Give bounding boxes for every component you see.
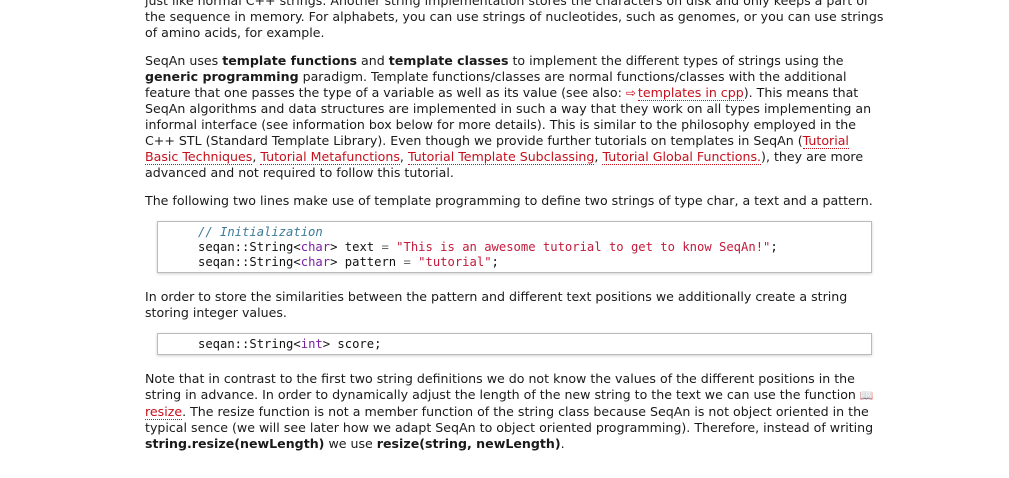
bold-template-functions: template functions [222,53,357,68]
intro-paragraph: just like normal C++ strings. Another st… [145,0,884,40]
similarity-paragraph: In order to store the similarities betwe… [145,289,848,320]
link-tutorial-template-subclassing[interactable]: Tutorial Template Subclassing [407,149,595,165]
template-lines-paragraph: The following two lines make use of temp… [145,193,873,208]
bold-resize-function: resize(string, newLength) [376,436,561,451]
code-token: > pattern [330,255,404,269]
link-tutorial-metafunctions[interactable]: Tutorial Metafunctions [260,149,400,165]
text: we use [324,436,377,451]
code-token: ; [491,255,499,269]
code-operator: = [381,240,389,254]
link-templates-in-cpp[interactable]: templates in cpp [637,85,744,101]
code-token: > score; [322,337,382,351]
code-string: "tutorial" [418,255,492,269]
external-link-icon: ⇨ [625,86,636,100]
bold-generic-programming: generic programming [145,69,299,84]
text: Note that in contrast to the first two s… [145,371,860,402]
code-token: > text [330,240,382,254]
documentation-book-icon: 📖 [859,389,874,402]
link-resize[interactable]: resize [145,404,183,420]
code-block-score: seqan::String<int> score; [157,333,872,355]
code-comment: // Initialization [198,225,323,239]
text: and [357,53,389,68]
code-block-initialization: // Initialization seqan::String<char> te… [157,221,872,273]
separator: , [399,149,408,164]
text: SeqAn uses [145,53,223,68]
code-token: seqan::String< [198,240,301,254]
article-content: just like normal C++ strings. Another st… [145,0,885,452]
code-operator: = [403,255,411,269]
templates-paragraph: SeqAn uses template functions and templa… [145,53,885,181]
bold-string-resize: string.resize(newLength) [145,436,325,451]
code-string: "This is an awesome tutorial to get to k… [396,240,771,254]
text: . The resize function is not a member fu… [145,404,874,435]
code-keyword: char [300,255,331,269]
bold-template-classes: template classes [388,53,509,68]
link-tutorial-global-functions[interactable]: Tutorial Global Functions. [602,149,762,165]
code-token: seqan::String< [198,255,301,269]
code-keyword: char [300,240,331,254]
code-token: seqan::String< [198,337,301,351]
code-keyword: int [300,337,323,351]
text: . [560,436,565,451]
text: to implement the different types of stri… [508,53,844,68]
resize-paragraph: Note that in contrast to the first two s… [145,371,885,452]
code-token: ; [770,240,778,254]
